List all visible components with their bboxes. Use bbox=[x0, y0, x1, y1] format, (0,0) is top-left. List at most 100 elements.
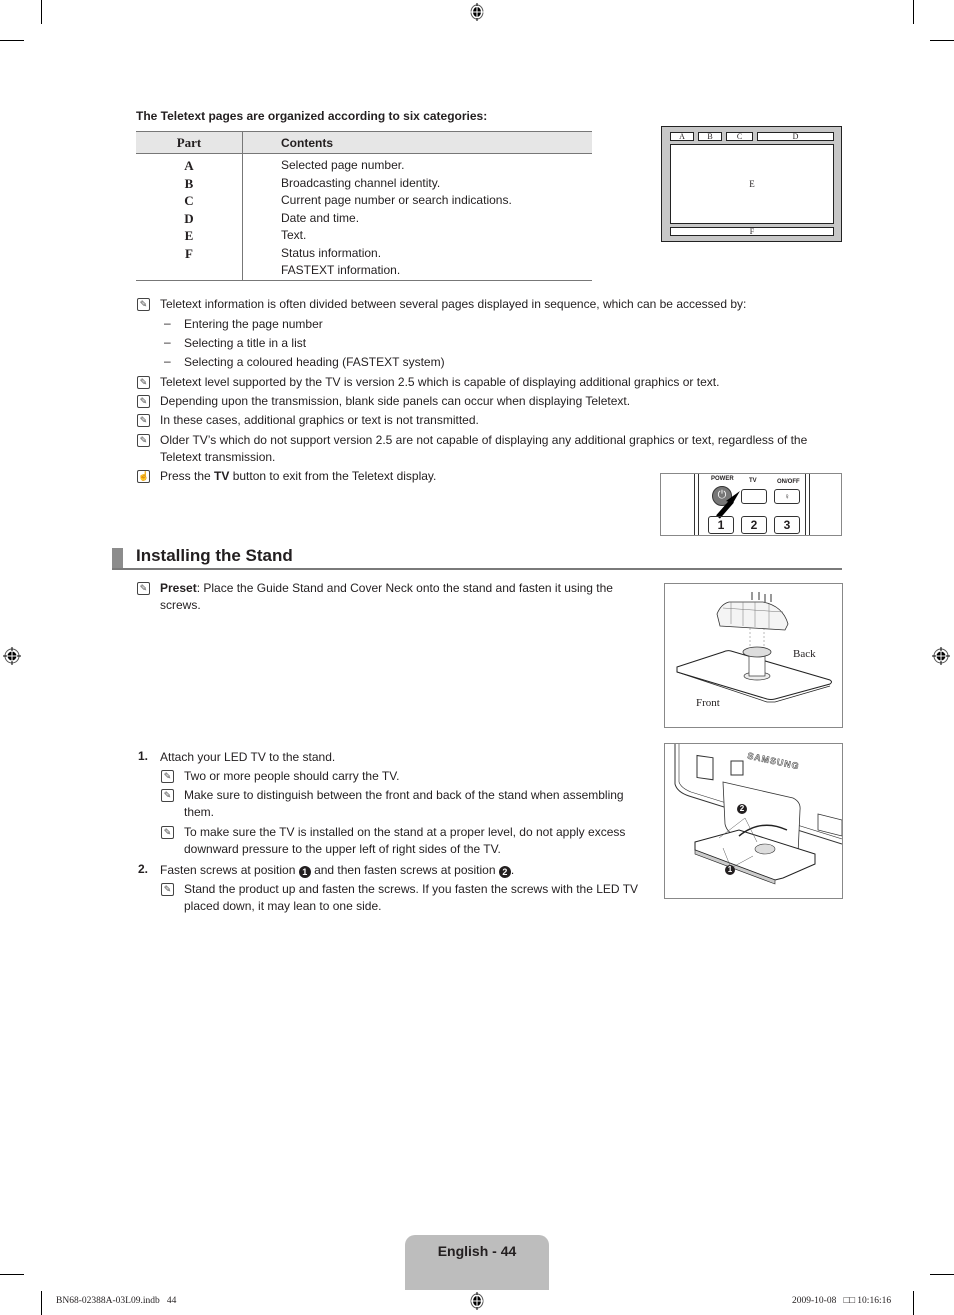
step-text: Attach your LED TV to the stand. bbox=[160, 750, 336, 764]
heading-bar bbox=[112, 548, 123, 568]
table-row: C Current page number or search indicatio… bbox=[136, 192, 592, 210]
heading-rule bbox=[112, 568, 842, 570]
crop-mark bbox=[0, 40, 24, 41]
registration-mark-icon bbox=[932, 647, 950, 665]
key-2: 2 bbox=[741, 516, 767, 534]
print-timestamp: 2009-10-08 □□ 10:16:16 bbox=[792, 1296, 892, 1306]
crop-mark bbox=[913, 1291, 914, 1315]
registration-mark-icon bbox=[470, 1292, 484, 1310]
access-method: Selecting a coloured heading (FASTEXT sy… bbox=[184, 355, 445, 369]
press-note-suffix: button to exit from the Teletext display… bbox=[229, 469, 437, 483]
step-text: Fasten screws at position 1 and then fas… bbox=[160, 862, 514, 879]
table-row: B Broadcasting channel identity. bbox=[136, 174, 592, 192]
preset-note: Preset: Place the Guide Stand and Cover … bbox=[160, 580, 640, 614]
crop-mark bbox=[913, 0, 914, 24]
remote-illustration: POWER TV ON/OFF ⏻ ♀ 1 2 3 bbox=[660, 473, 842, 536]
step-note: To make sure the TV is installed on the … bbox=[184, 825, 626, 856]
teletext-parts-table: Part Contents A Selected page number. B Br… bbox=[136, 131, 592, 281]
light-button-icon: ♀ bbox=[774, 489, 800, 504]
key-3: 3 bbox=[774, 516, 800, 534]
diagram-region-a: A bbox=[670, 132, 694, 141]
note-text: Teletext information is often divided be… bbox=[160, 297, 747, 311]
note-icon: ✎ bbox=[161, 770, 174, 783]
step-text-part: Fasten screws at position bbox=[160, 863, 299, 877]
part-cell: F bbox=[136, 244, 243, 262]
diagram-region-e: E bbox=[670, 144, 834, 224]
part-cell: A bbox=[136, 153, 243, 175]
remote-button-icon: ☝ bbox=[137, 470, 150, 483]
note-icon: ✎ bbox=[161, 789, 174, 802]
diagram-region-b: B bbox=[698, 132, 722, 141]
remote-edge bbox=[805, 474, 810, 535]
dash-bullet: – bbox=[164, 316, 171, 330]
note-icon: ✎ bbox=[137, 298, 150, 311]
contents-cell: Selected page number. bbox=[281, 158, 405, 172]
contents-cell: Current page number or search indication… bbox=[281, 193, 512, 207]
note-text: Older TV’s which do not support version … bbox=[160, 433, 808, 464]
note-icon: ✎ bbox=[137, 582, 150, 595]
tv-stand-drawing bbox=[674, 744, 842, 885]
back-label: Back bbox=[793, 648, 816, 660]
step-note: Two or more people should carry the TV. bbox=[184, 769, 400, 783]
table-row: F Status information. bbox=[136, 244, 592, 262]
table-header-row: Part Contents bbox=[136, 131, 592, 154]
dash-bullet: – bbox=[164, 354, 171, 368]
table-row: D Date and time. bbox=[136, 209, 592, 227]
crop-mark bbox=[930, 1274, 954, 1275]
contents-cell: Broadcasting channel identity. bbox=[281, 175, 441, 190]
onoff-label: ON/OFF bbox=[777, 479, 800, 485]
contents-cell: Text. bbox=[281, 228, 307, 242]
press-tv-note: Press the TV button to exit from the Tel… bbox=[160, 468, 436, 485]
front-label: Front bbox=[696, 697, 720, 709]
crop-mark bbox=[930, 40, 954, 41]
part-cell: E bbox=[136, 227, 243, 245]
contents-cell: Status information. bbox=[281, 245, 382, 260]
press-note-prefix: Press the bbox=[160, 469, 215, 483]
position-1-marker: 1 bbox=[725, 865, 735, 875]
note-text: Teletext level supported by the TV is ve… bbox=[160, 375, 720, 389]
table-row: A Selected page number. bbox=[136, 153, 592, 175]
note-icon: ✎ bbox=[161, 826, 174, 839]
page-number-tab: English - 44 bbox=[405, 1235, 549, 1290]
crop-mark bbox=[41, 0, 42, 24]
press-note-key: TV bbox=[214, 469, 230, 483]
registration-mark-icon bbox=[3, 647, 21, 665]
access-method: Selecting a title in a list bbox=[184, 336, 307, 350]
section-title: Installing the Stand bbox=[136, 546, 293, 565]
step-text-part: . bbox=[510, 863, 515, 877]
note-text: In these cases, additional graphics or t… bbox=[160, 413, 479, 427]
file-slug: BN68-02388A-03L09.indb 44 bbox=[56, 1296, 177, 1306]
contents-cell: Date and time. bbox=[281, 210, 360, 225]
part-cell: C bbox=[136, 192, 243, 210]
crop-mark bbox=[41, 1291, 42, 1315]
contents-cell: FASTEXT information. bbox=[242, 262, 592, 281]
note-icon: ✎ bbox=[137, 395, 150, 408]
table-row: E Text. bbox=[136, 227, 592, 245]
preset-text: : Place the Guide Stand and Cover Neck o… bbox=[160, 581, 613, 612]
tv-label: TV bbox=[749, 478, 757, 484]
teletext-layout-diagram: A B C D E F bbox=[661, 126, 842, 242]
note-icon: ✎ bbox=[137, 376, 150, 389]
stand-assembly-figure: Back Front bbox=[664, 583, 843, 728]
note-icon: ✎ bbox=[161, 883, 174, 896]
diagram-region-f: F bbox=[670, 227, 834, 236]
part-cell: B bbox=[136, 174, 243, 192]
power-label: POWER bbox=[711, 476, 734, 482]
page-number: English - 44 bbox=[437, 1243, 517, 1259]
position-1-marker: 1 bbox=[298, 866, 311, 878]
access-method: Entering the page number bbox=[184, 317, 323, 331]
diagram-region-d: D bbox=[757, 132, 834, 141]
note-icon: ✎ bbox=[137, 414, 150, 427]
tv-on-stand-figure: SAMSUNG 2 1 bbox=[664, 743, 843, 899]
step-note: Stand the product up and fasten the scre… bbox=[184, 882, 639, 913]
diagram-region-c: C bbox=[726, 132, 753, 141]
key-1: 1 bbox=[708, 516, 734, 534]
step-number: 2. bbox=[138, 862, 149, 876]
step-number: 1. bbox=[138, 749, 149, 763]
step-note: Make sure to distinguish between the fro… bbox=[184, 788, 624, 819]
remote-edge bbox=[694, 474, 699, 535]
note-icon: ✎ bbox=[137, 434, 150, 447]
position-2-marker: 2 bbox=[498, 866, 511, 878]
part-cell bbox=[136, 262, 243, 281]
position-2-marker: 2 bbox=[737, 804, 747, 814]
